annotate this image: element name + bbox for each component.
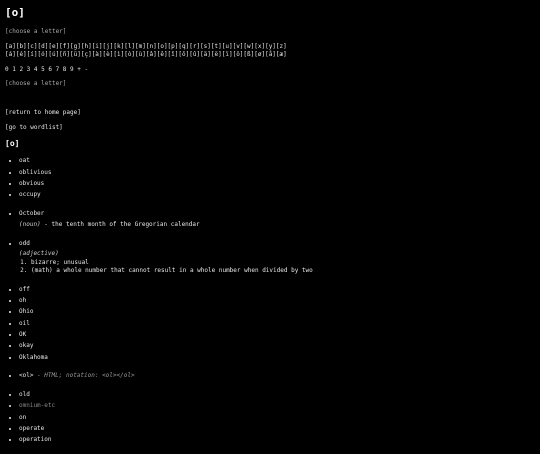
page: [o] [choose a letter] [a][b][c][d][e][f]…: [0, 0, 540, 454]
word-item: odd (adjective) bizarre; unusual (math) …: [19, 240, 535, 275]
word-link[interactable]: operate: [19, 425, 44, 432]
word-item: oil: [19, 320, 535, 328]
part-of-speech: (noun): [19, 220, 41, 228]
definition: (noun) - the tenth month of the Gregoria…: [19, 221, 535, 229]
choose-letter-link-top[interactable]: [choose a letter]: [5, 28, 535, 36]
digit-links-row[interactable]: 0 1 2 3 4 5 6 7 8 9 + -: [5, 66, 535, 74]
word-item: obvious: [19, 180, 535, 188]
word-group-2: off oh Ohio oil OK okay Oklahoma: [5, 286, 535, 362]
letter-index: [a][b][c][d][e][f][g][h][i][j][k][l][m][…: [5, 43, 535, 59]
word-link[interactable]: obvious: [19, 180, 44, 187]
word-item: old: [19, 391, 535, 399]
word-link[interactable]: Oklahoma: [19, 354, 48, 361]
word-item: oat: [19, 157, 535, 165]
word-link[interactable]: oh: [19, 297, 26, 304]
word-link[interactable]: omnium-etc: [19, 402, 55, 409]
word-item: okay: [19, 342, 535, 350]
word-item: October (noun) - the tenth month of the …: [19, 210, 535, 229]
choose-letter-link-bottom[interactable]: [choose a letter]: [5, 80, 535, 88]
word-group-3: old omnium-etc on operate operation: [5, 391, 535, 444]
word-link[interactable]: October: [19, 210, 44, 217]
word-link[interactable]: OK: [19, 331, 26, 338]
word-link[interactable]: operation: [19, 436, 52, 443]
word-item: oh: [19, 297, 535, 305]
word-item: operation: [19, 436, 535, 444]
word-link[interactable]: occupy: [19, 191, 41, 198]
sense-list: bizarre; unusual (math) a whole number t…: [19, 259, 535, 275]
word-item: Ohio: [19, 308, 535, 316]
sense-item: bizarre; unusual: [31, 259, 535, 267]
page-title: [o]: [5, 6, 25, 19]
word-item: omnium-etc: [19, 402, 535, 410]
return-home-link[interactable]: [return to home page]: [5, 109, 535, 117]
word-item: off: [19, 286, 535, 294]
word-group-october: October (noun) - the tenth month of the …: [5, 210, 535, 229]
wordlist-link[interactable]: [go to wordlist]: [5, 124, 535, 132]
word-group-odd: odd (adjective) bizarre; unusual (math) …: [5, 240, 535, 275]
section-heading: [o]: [5, 138, 20, 148]
definition-text: - the tenth month of the Gregorian calen…: [40, 220, 200, 228]
definition: (adjective) bizarre; unusual (math) a wh…: [19, 250, 535, 274]
letter-links-row-1[interactable]: [a][b][c][d][e][f][g][h][i][j][k][l][m][…: [5, 43, 535, 51]
sense-item: (math) a whole number that cannot result…: [31, 267, 535, 275]
word-note: - HTML; notation: <ol></ol>: [33, 372, 135, 380]
word-item: on: [19, 414, 535, 422]
word-link[interactable]: okay: [19, 342, 33, 349]
word-item: operate: [19, 425, 535, 433]
word-item: oblivious: [19, 169, 535, 177]
word-link[interactable]: oat: [19, 157, 30, 164]
word-item: occupy: [19, 191, 535, 199]
word-link[interactable]: Ohio: [19, 308, 33, 315]
word-group-1: oat oblivious obvious occupy: [5, 157, 535, 199]
word-link[interactable]: off: [19, 286, 30, 293]
word-link[interactable]: odd: [19, 240, 30, 247]
letter-links-row-2[interactable]: [á][é][í][ó][ú][ñ][ü][ç][à][è][ì][ò][ù][…: [5, 51, 535, 59]
word-link[interactable]: <ol>: [19, 372, 33, 379]
word-link[interactable]: oil: [19, 320, 30, 327]
word-item: OK: [19, 331, 535, 339]
part-of-speech: (adjective): [19, 250, 59, 258]
word-link[interactable]: on: [19, 414, 26, 421]
word-item: <ol> - HTML; notation: <ol></ol>: [19, 372, 535, 380]
word-group-ol: <ol> - HTML; notation: <ol></ol>: [5, 372, 535, 380]
word-link[interactable]: old: [19, 391, 30, 398]
word-link[interactable]: oblivious: [19, 169, 52, 176]
word-item: Oklahoma: [19, 354, 535, 362]
